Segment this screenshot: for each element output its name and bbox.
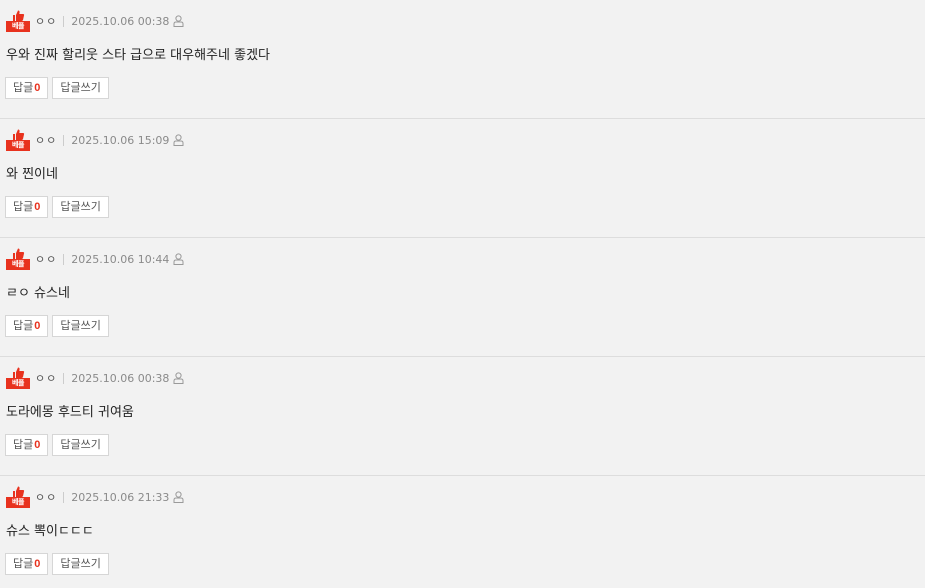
comment-actions: 답글0 답글쓰기: [5, 315, 109, 337]
reply-label: 답글: [13, 558, 34, 570]
best-badge: 베플: [6, 129, 30, 151]
comment-meta: 베플 ㅇㅇ 2025.10.06 21:33: [6, 486, 184, 508]
reply-label: 답글: [13, 82, 34, 94]
reply-count: 0: [34, 558, 41, 570]
reply-count: 0: [34, 82, 41, 94]
meta-divider: [63, 15, 65, 27]
person-icon[interactable]: [173, 372, 184, 384]
best-badge: 베플: [6, 10, 30, 32]
best-badge: 베플: [6, 486, 30, 508]
reply-count: 0: [34, 201, 41, 213]
comment-nickname[interactable]: ㅇㅇ: [35, 13, 57, 29]
comment-actions: 답글0 답글쓰기: [5, 196, 109, 218]
comment-item: 베플 ㅇㅇ 2025.10.06 15:09 와 찐이네 답글0 답글쓰기: [0, 119, 925, 238]
comment-meta: 베플 ㅇㅇ 2025.10.06 10:44: [6, 248, 184, 270]
meta-divider: [63, 372, 65, 384]
best-badge: 베플: [6, 248, 30, 270]
comment-item: 베플 ㅇㅇ 2025.10.06 00:38 도라에몽 후드티 귀여움 답글0 …: [0, 357, 925, 476]
reply-count-button[interactable]: 답글0: [5, 434, 49, 456]
reply-count-button[interactable]: 답글0: [5, 553, 49, 575]
comment-nickname[interactable]: ㅇㅇ: [35, 489, 57, 505]
best-badge-label: 베플: [6, 497, 30, 508]
comment-meta: 베플 ㅇㅇ 2025.10.06 00:38: [6, 10, 184, 32]
comment-text: ㄹㅇ 슈스네: [6, 286, 70, 301]
person-icon[interactable]: [173, 253, 184, 265]
thumbs-up-icon: [13, 248, 25, 259]
thumbs-up-icon: [13, 486, 25, 497]
comment-nickname[interactable]: ㅇㅇ: [35, 251, 57, 267]
comment-list: 베플 ㅇㅇ 2025.10.06 00:38 우와 진짜 할리웃 스타 급으로 …: [0, 0, 925, 588]
comment-actions: 답글0 답글쓰기: [5, 553, 109, 575]
write-reply-button[interactable]: 답글쓰기: [52, 315, 109, 337]
reply-count: 0: [34, 320, 41, 332]
write-reply-button[interactable]: 답글쓰기: [52, 553, 109, 575]
best-badge-label: 베플: [6, 140, 30, 151]
thumbs-up-icon: [13, 129, 25, 140]
reply-count-button[interactable]: 답글0: [5, 315, 49, 337]
comment-datetime: 2025.10.06 10:44: [71, 252, 170, 266]
thumbs-up-icon: [13, 367, 25, 378]
comment-datetime: 2025.10.06 00:38: [71, 14, 170, 28]
write-reply-button[interactable]: 답글쓰기: [52, 196, 109, 218]
comment-item: 베플 ㅇㅇ 2025.10.06 21:33 슈스 뽁이ㄷㄷㄷ 답글0 답글쓰기: [0, 476, 925, 588]
reply-label: 답글: [13, 439, 34, 451]
comment-meta: 베플 ㅇㅇ 2025.10.06 00:38: [6, 367, 184, 389]
meta-divider: [63, 134, 65, 146]
comment-item: 베플 ㅇㅇ 2025.10.06 10:44 ㄹㅇ 슈스네 답글0 답글쓰기: [0, 238, 925, 357]
comment-text: 도라에몽 후드티 귀여움: [6, 405, 134, 420]
comment-text: 와 찐이네: [6, 167, 58, 182]
reply-label: 답글: [13, 320, 34, 332]
comment-datetime: 2025.10.06 00:38: [71, 371, 170, 385]
write-reply-button[interactable]: 답글쓰기: [52, 77, 109, 99]
meta-divider: [63, 491, 65, 503]
comment-datetime: 2025.10.06 21:33: [71, 490, 170, 504]
comment-text: 슈스 뽁이ㄷㄷㄷ: [6, 524, 94, 539]
best-badge: 베플: [6, 367, 30, 389]
write-reply-button[interactable]: 답글쓰기: [52, 434, 109, 456]
comment-actions: 답글0 답글쓰기: [5, 77, 109, 99]
best-badge-label: 베플: [6, 21, 30, 32]
comment-nickname[interactable]: ㅇㅇ: [35, 132, 57, 148]
reply-label: 답글: [13, 201, 34, 213]
comment-nickname[interactable]: ㅇㅇ: [35, 370, 57, 386]
comment-item: 베플 ㅇㅇ 2025.10.06 00:38 우와 진짜 할리웃 스타 급으로 …: [0, 0, 925, 119]
person-icon[interactable]: [173, 491, 184, 503]
reply-count-button[interactable]: 답글0: [5, 77, 49, 99]
reply-count-button[interactable]: 답글0: [5, 196, 49, 218]
person-icon[interactable]: [173, 134, 184, 146]
reply-count: 0: [34, 439, 41, 451]
comment-meta: 베플 ㅇㅇ 2025.10.06 15:09: [6, 129, 184, 151]
best-badge-label: 베플: [6, 259, 30, 270]
comment-datetime: 2025.10.06 15:09: [71, 133, 170, 147]
meta-divider: [63, 253, 65, 265]
comment-actions: 답글0 답글쓰기: [5, 434, 109, 456]
thumbs-up-icon: [13, 10, 25, 21]
person-icon[interactable]: [173, 15, 184, 27]
comment-text: 우와 진짜 할리웃 스타 급으로 대우해주네 좋겠다: [6, 48, 270, 63]
best-badge-label: 베플: [6, 378, 30, 389]
